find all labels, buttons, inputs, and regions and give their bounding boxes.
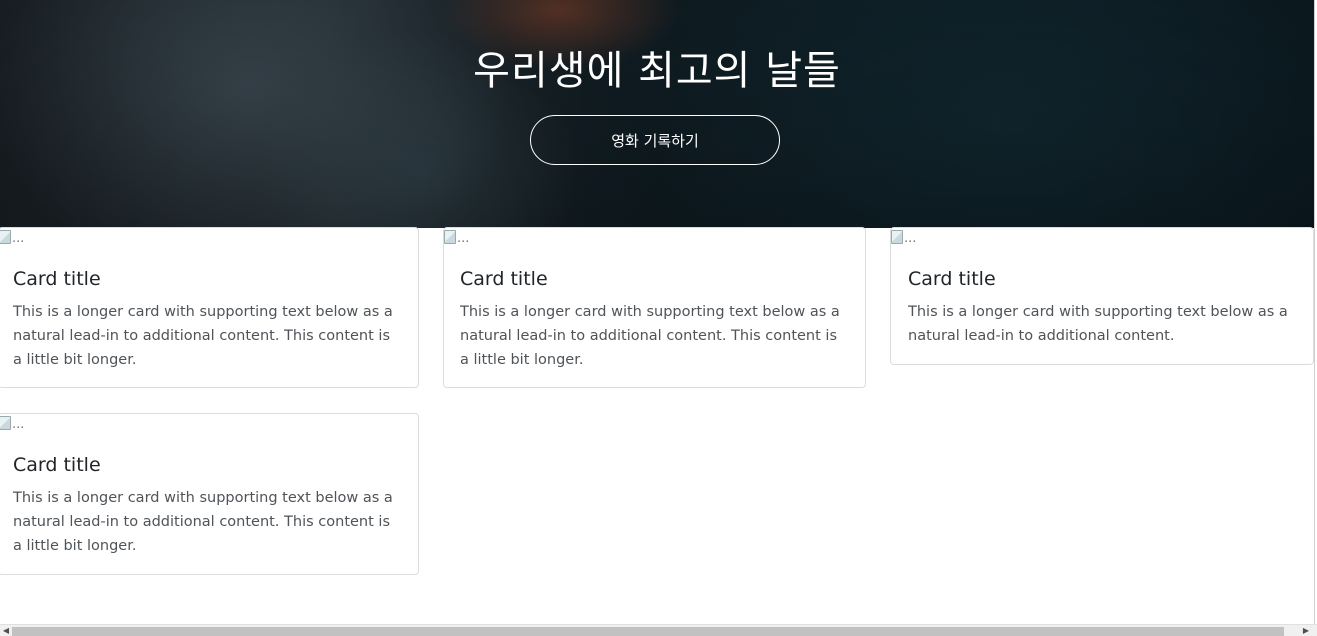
broken-image-icon (0, 230, 11, 244)
broken-image-icon (891, 230, 903, 244)
viewport-edge (1314, 0, 1315, 624)
card-text: This is a longer card with supporting te… (460, 304, 840, 368)
card-2: ... Card title This is a longer card wit… (443, 227, 866, 388)
card-title: Card title (13, 454, 101, 476)
scroll-left-icon[interactable]: ◀ (0, 626, 12, 636)
card-image-broken: ... (891, 230, 916, 247)
card-text: This is a longer card with supporting te… (13, 490, 393, 554)
card-text: This is a longer card with supporting te… (908, 304, 1288, 344)
card-image-broken: ... (444, 230, 469, 247)
hero-title: 우리생에 최고의 날들 (473, 48, 841, 94)
scrollbar-thumb[interactable] (12, 627, 1284, 636)
card-4: ... Card title This is a longer card wit… (0, 413, 419, 575)
card-3: ... Card title This is a longer card wit… (890, 227, 1314, 365)
hero-overlay (0, 0, 1314, 228)
card-image-broken: ... (0, 230, 24, 247)
card-image-broken: ... (0, 416, 24, 433)
scroll-right-icon[interactable]: ▶ (1300, 626, 1312, 636)
card-1: ... Card title This is a longer card wit… (0, 227, 419, 388)
broken-image-icon (444, 230, 456, 244)
card-text: This is a longer card with supporting te… (13, 304, 393, 368)
card-title: Card title (13, 268, 101, 290)
card-title: Card title (908, 268, 996, 290)
hero-banner: 우리생에 최고의 날들 영화 기록하기 (0, 0, 1314, 228)
record-movie-button[interactable]: 영화 기록하기 (530, 115, 780, 165)
horizontal-scrollbar[interactable]: ◀ ▶ (0, 624, 1317, 636)
broken-image-icon (0, 416, 11, 430)
card-title: Card title (460, 268, 548, 290)
